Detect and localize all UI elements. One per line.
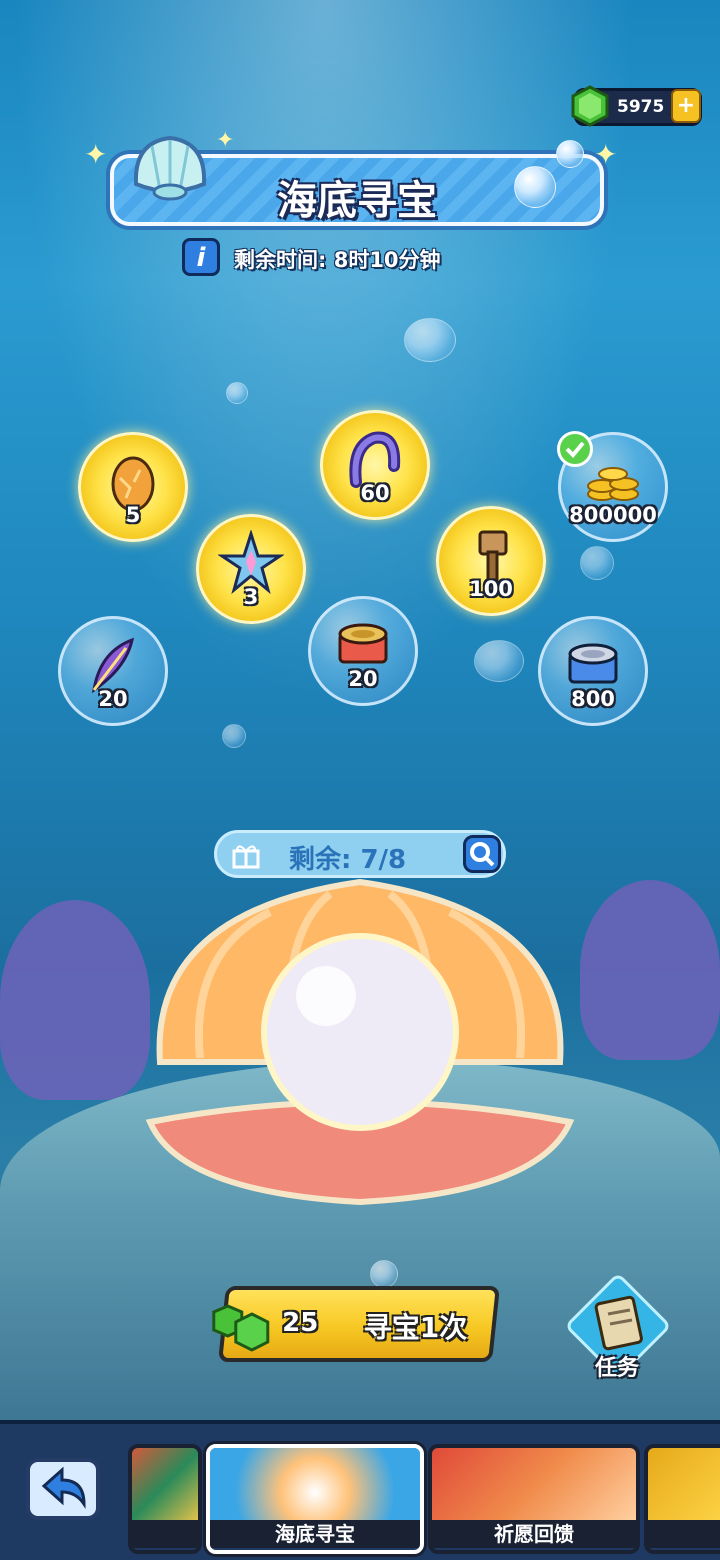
- reward-amount: 5: [125, 503, 141, 527]
- gift-icon: [232, 845, 260, 869]
- reward-amount: 100: [469, 577, 513, 601]
- scroll-icon: [594, 1295, 643, 1351]
- tab-label: 海底寻宝: [210, 1520, 420, 1548]
- bubble-decoration: [474, 640, 524, 682]
- tab-wish-reward[interactable]: 祈愿回馈: [428, 1444, 640, 1554]
- coral-left: [0, 900, 150, 1100]
- tasks-label: 任务: [594, 1356, 639, 1381]
- sparkle-icon: ✦: [216, 128, 235, 153]
- shell-icon: [133, 135, 207, 201]
- reward-creature: 60: [320, 410, 430, 520]
- info-button[interactable]: i: [182, 238, 220, 276]
- green-gems-icon: [212, 1304, 270, 1352]
- reward-amount: 20: [348, 667, 378, 691]
- magnifier-icon: [470, 842, 495, 867]
- tab-label: 祈愿回馈: [432, 1520, 636, 1548]
- reward-can-red: 20: [308, 596, 418, 706]
- tab-treasure-hunt[interactable]: 海底寻宝: [206, 1444, 424, 1554]
- back-arrow-icon: [41, 1466, 86, 1509]
- bubble-decoration: [556, 140, 584, 168]
- event-thumbnail: [648, 1448, 720, 1522]
- reward-amount: 800: [571, 687, 615, 711]
- reward-amount: 60: [360, 481, 390, 505]
- reward-amount: 800000: [569, 503, 657, 527]
- reward-egg: 5: [78, 432, 188, 542]
- tab-next-event[interactable]: [644, 1444, 720, 1554]
- hunt-cost: 25: [282, 1308, 319, 1338]
- bubble-decoration: [222, 724, 246, 748]
- bubble-decoration: [226, 382, 248, 404]
- back-button[interactable]: [26, 1458, 100, 1520]
- add-gems-button[interactable]: +: [671, 89, 701, 123]
- tab-label: [132, 1520, 198, 1548]
- reward-amount: 20: [98, 687, 128, 711]
- tab-previous-event[interactable]: [128, 1444, 202, 1554]
- bubble-decoration: [370, 1260, 398, 1288]
- bubble-decoration: [514, 166, 556, 208]
- bubble-decoration: [404, 318, 456, 362]
- timer-text: 剩余时间: 8时10分钟: [234, 248, 441, 272]
- tab-label: [648, 1520, 720, 1548]
- tasks-button[interactable]: 任务: [562, 1272, 672, 1388]
- sparkle-icon: ✦: [594, 138, 618, 171]
- remaining-counter: 剩余: 7/8: [214, 830, 506, 878]
- event-thumbnail: [210, 1448, 420, 1522]
- coral-right: [580, 880, 720, 1060]
- remaining-text: 剩余: 7/8: [289, 845, 407, 875]
- green-gem-icon: [571, 85, 609, 127]
- sparkle-icon: ✦: [84, 138, 108, 171]
- bubble-decoration: [580, 546, 614, 580]
- reward-crystal: 3: [196, 514, 306, 624]
- gem-count: 5975: [617, 97, 665, 117]
- gem-balance: 5975 +: [571, 85, 702, 127]
- reward-hammer: 100: [436, 506, 546, 616]
- bottom-event-nav: 海底寻宝 祈愿回馈: [0, 1420, 720, 1560]
- hunt-label: 寻宝1次: [363, 1311, 468, 1344]
- reward-can-blue: 800: [538, 616, 648, 726]
- reward-amount: 3: [243, 585, 259, 609]
- event-thumbnail: [132, 1448, 198, 1522]
- reward-coins: 800000: [557, 431, 668, 542]
- preview-button[interactable]: [463, 835, 501, 873]
- reward-feather: 20: [58, 616, 168, 726]
- treasure-hunt-button[interactable]: 25 寻宝1次: [212, 1286, 500, 1362]
- event-thumbnail: [432, 1448, 636, 1522]
- clam-with-pearl: [145, 878, 575, 1206]
